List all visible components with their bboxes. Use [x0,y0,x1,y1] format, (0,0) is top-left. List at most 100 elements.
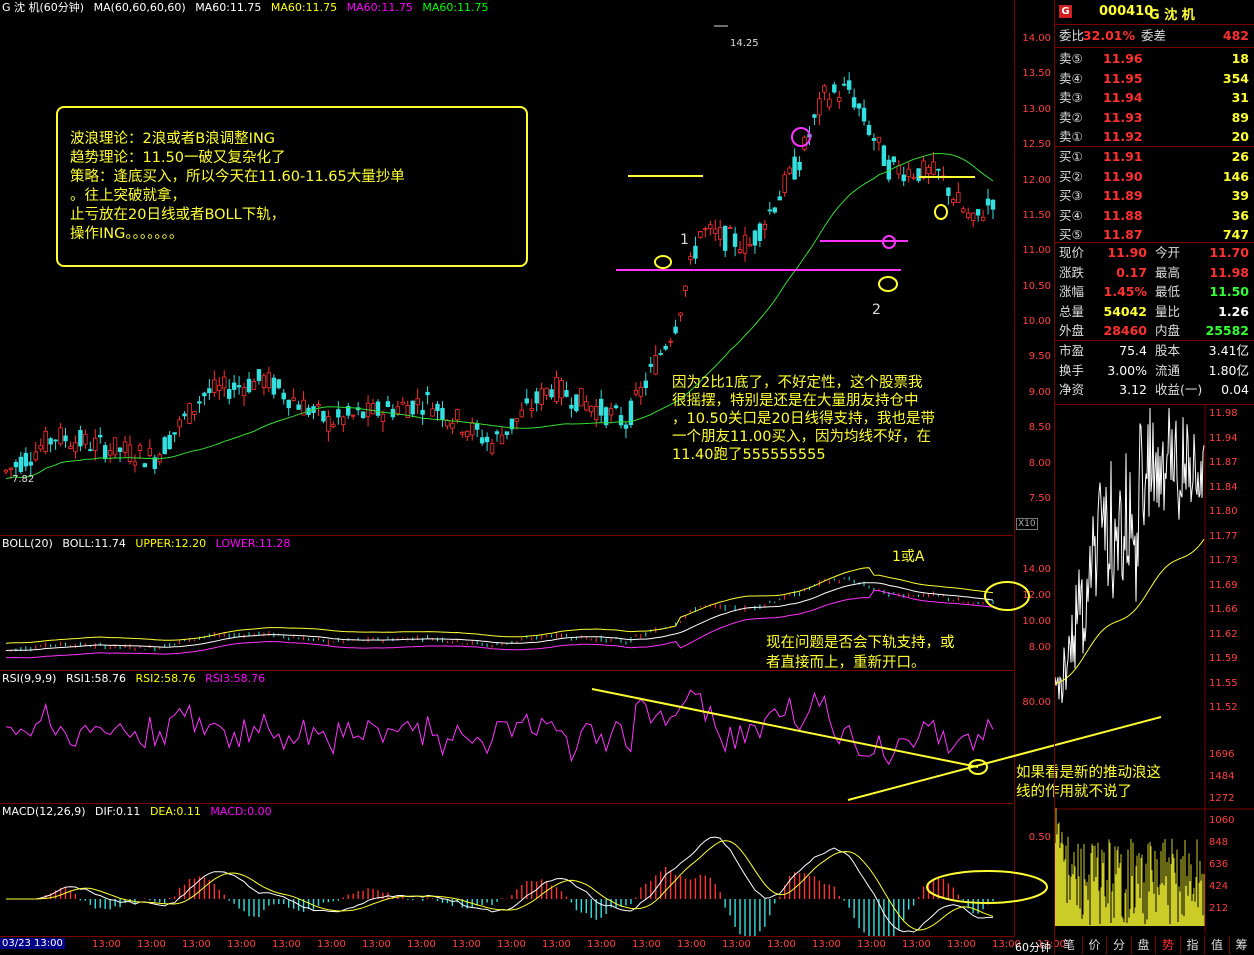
candle-body [846,80,852,90]
time-tick: 13:00 [947,939,976,950]
time-tick: 13:00 [542,939,571,950]
order-row-sell: 卖④ 11.95 354 [1055,69,1254,88]
tab-3[interactable]: 盘 [1130,936,1156,954]
candle-body [212,379,217,393]
candle-body [415,398,420,406]
buy-volume: 36 [1231,207,1249,223]
stat-value: 3.41亿 [1208,343,1249,358]
candle-body [554,376,559,402]
macd-dea-line [6,840,994,931]
candle-body [871,138,877,141]
candle-body [896,165,901,175]
time-tick: 13:00 [407,939,436,950]
intraday-price-line [1055,407,1205,703]
intraday-tick: 11.69 [1209,579,1238,591]
candle-body [688,256,693,260]
intraday-tick: 11.73 [1209,555,1238,566]
time-tick: 13:00 [452,939,481,950]
stock-logo-icon: G [1059,5,1072,18]
stat-value: 1.45% [1103,284,1147,299]
candle-body [941,175,946,178]
tab-4[interactable]: 势 [1155,936,1180,954]
macd-panel: MACD(12,26,9) DIF:0.11 DEA:0.11 MACD:0.0… [0,804,1014,937]
ma-label: MA(60,60,60,60) [93,1,186,14]
stat-value: 25582 [1205,323,1250,338]
tab-2[interactable]: 分 [1106,936,1131,954]
ma-value-4: MA60:11.75 [422,1,489,14]
boll-tick: 14.00 [1022,563,1051,575]
candle-body [142,463,148,468]
tab-6[interactable]: 值 [1204,936,1229,954]
buy-price: 11.91 [1103,149,1143,164]
candle-body [519,409,525,418]
candle-body [529,408,534,411]
candle-body [980,216,986,221]
intraday-tick: 11.94 [1209,432,1238,444]
price-header: G 沈 机(60分钟) MA(60,60,60,60) MA60:11.75 M… [2,1,495,14]
time-tick: 13:00 [182,939,211,950]
candle-body [435,403,440,412]
weibi-value: 32.01% [1082,28,1135,43]
candle-body [479,437,485,444]
candle-body [350,414,356,417]
stat-value: 11.90 [1107,245,1147,260]
order-row-buy: 买④ 11.88 36 [1055,206,1254,225]
candle-body [956,192,961,203]
candle-body [936,168,941,171]
period-label[interactable]: 60分钟 [1015,939,1051,955]
stat-label: 最高 [1155,264,1181,280]
time-tick: 13:00 [92,939,121,950]
candle-body [623,424,629,429]
candle-body [98,434,103,438]
intraday-tick: 11.98 [1209,408,1238,419]
buy-label: 买① [1059,149,1083,164]
buy-volume: 39 [1231,188,1249,203]
candle-body [326,416,331,432]
candle-body [73,442,78,453]
candle-body [643,380,649,388]
sell-price: 11.94 [1103,90,1143,105]
sell-volume: 89 [1231,109,1249,125]
buy-price: 11.89 [1103,188,1143,203]
candle-body [341,416,346,425]
volume-tick: 1696 [1209,749,1235,760]
candle-body [812,114,817,118]
tab-7[interactable]: 筹 [1228,936,1254,954]
candle-body [127,444,133,462]
stat-value: 11.70 [1209,245,1249,260]
candle-body [33,451,38,461]
volume-tick: 212 [1209,903,1229,914]
time-tick: 13:00 [632,939,661,950]
stat-value: 28460 [1103,323,1148,338]
candle-body [28,461,33,466]
candle-body [246,378,252,393]
stat-label: 内盘 [1155,323,1181,338]
buy-label: 买④ [1059,207,1083,223]
tab-5[interactable]: 指 [1179,936,1205,954]
candle-body [122,441,128,453]
candle-body [63,435,68,442]
candle-body [296,404,301,410]
candle-body [266,372,272,389]
candle-body [182,413,187,417]
buy-price: 11.88 [1103,207,1143,223]
stat-label: 总量 [1059,303,1085,319]
candle-body [718,227,723,240]
candle-body [921,160,926,179]
high-marker: 14.25 [730,38,759,49]
candle-body [430,408,435,417]
candle-body [162,437,167,455]
macd-axis: 0.50 [1014,804,1055,936]
candle-body [450,422,455,429]
candle-body [400,401,405,405]
tab-0[interactable]: 笔 [1057,936,1081,954]
intraday-tick: 11.59 [1209,653,1238,664]
candle-body [608,408,614,416]
stat-row: 市盈 75.4 股本 3.41亿 [1055,341,1254,360]
intraday-tick: 11.87 [1209,457,1238,468]
price-tick: 8.50 [1028,422,1051,434]
order-row-sell: 卖② 11.93 89 [1055,108,1254,127]
candle-body [336,409,341,418]
candle-body [975,209,981,216]
tab-1[interactable]: 价 [1081,936,1107,954]
